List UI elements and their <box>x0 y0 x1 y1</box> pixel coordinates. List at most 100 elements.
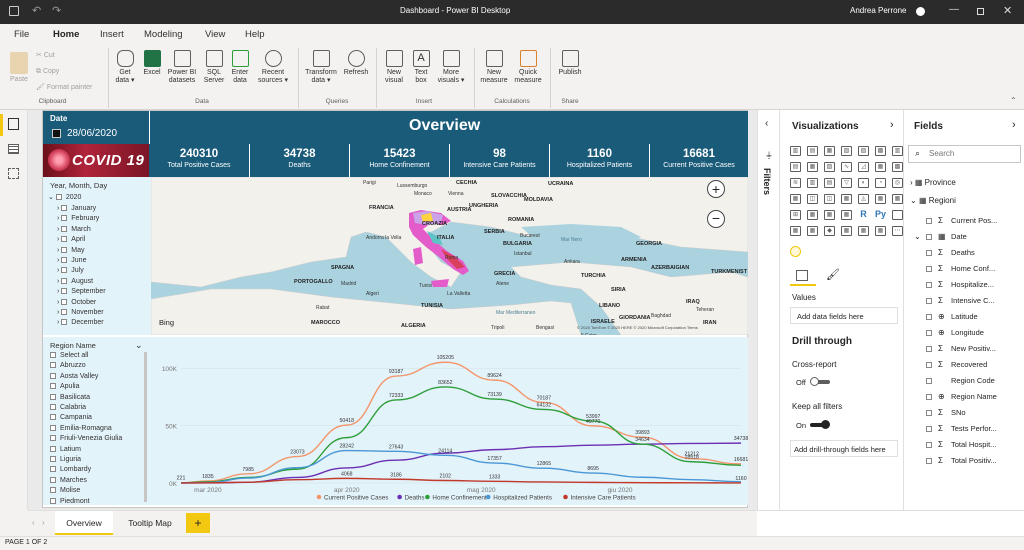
menu-view[interactable]: View <box>205 29 225 40</box>
viz-type-icon[interactable]: ▦ <box>875 162 886 172</box>
field-checkbox[interactable] <box>926 458 932 464</box>
viz-type-icon[interactable]: ▧ <box>841 146 852 156</box>
field-checkbox[interactable] <box>926 298 932 304</box>
undo-icon[interactable]: ↶ <box>32 4 41 17</box>
viz-type-icon[interactable]: ▦ <box>841 194 852 204</box>
tab-scroll-right-icon[interactable]: › <box>42 518 45 527</box>
viz-type-icon[interactable]: ▦ <box>858 226 869 236</box>
field-checkbox[interactable] <box>926 250 932 256</box>
viz-type-icon[interactable]: ▨ <box>858 146 869 156</box>
chevron-down-icon[interactable]: ⌄ <box>914 232 921 241</box>
field-checkbox[interactable] <box>926 234 932 240</box>
tab-tooltip-map[interactable]: Tooltip Map <box>118 511 182 535</box>
viz-type-icon[interactable]: ▤ <box>790 162 801 172</box>
slicer-month-item[interactable]: › March <box>57 225 91 233</box>
viz-type-icon[interactable]: ⊞ <box>790 210 801 220</box>
field-checkbox[interactable] <box>926 410 932 416</box>
slicer-month-item[interactable]: › August <box>57 277 93 285</box>
viz-type-icon[interactable]: ▦ <box>807 162 818 172</box>
viz-type-icon[interactable]: ▦ <box>875 226 886 236</box>
checkbox[interactable] <box>50 435 56 442</box>
checkbox[interactable] <box>55 194 62 200</box>
series-line[interactable] <box>180 386 742 484</box>
slicer-month-item[interactable]: › September <box>57 288 106 295</box>
viz-type-icon[interactable]: ▦ <box>892 194 903 204</box>
redo-icon[interactable]: ↷ <box>52 4 61 17</box>
region-item[interactable]: Calabria <box>50 404 86 411</box>
viz-type-icon[interactable] <box>892 210 903 220</box>
slicer-month-item[interactable]: › January <box>57 205 96 212</box>
checkbox[interactable] <box>50 487 56 494</box>
date-checkbox[interactable] <box>52 129 61 138</box>
viz-type-icon[interactable]: ▦ <box>841 210 852 220</box>
excel-button[interactable]: Excel <box>141 50 163 77</box>
legend-label[interactable]: Hospitalized Patients <box>493 495 552 502</box>
checkbox[interactable] <box>61 246 68 253</box>
viz-type-icon[interactable]: ▩ <box>892 162 903 172</box>
viz-type-icon[interactable]: ▦ <box>875 194 886 204</box>
get-data-button[interactable]: Get data ▾ <box>112 50 138 85</box>
legend-label[interactable]: Intensive Care Patients <box>571 495 636 502</box>
checkbox[interactable] <box>61 225 68 232</box>
field-checkbox[interactable] <box>926 378 932 384</box>
viz-type-icon[interactable]: ▤ <box>807 146 818 156</box>
chevron-down-icon[interactable]: ⌄ <box>135 340 143 351</box>
viz-type-icon[interactable]: ◫ <box>807 194 818 204</box>
chevron-right-icon[interactable]: › <box>890 119 894 131</box>
field-checkbox[interactable] <box>926 314 932 320</box>
table-regioni[interactable]: ⌄ ▦ Regioni <box>910 196 956 205</box>
zoom-in-button[interactable]: + <box>707 180 725 198</box>
viz-type-icon[interactable]: ◫ <box>824 194 835 204</box>
region-item[interactable]: Lombardy <box>50 466 91 473</box>
custom-visual-icon[interactable] <box>790 246 801 257</box>
viz-type-icon[interactable]: Py <box>875 210 886 220</box>
viz-type-icon[interactable]: ▩ <box>875 146 886 156</box>
filters-pane-collapsed[interactable]: ‹ ⏚ Filters <box>757 110 779 510</box>
slicer-year-item[interactable]: ⌄ 2020 <box>48 193 81 201</box>
viz-type-icon[interactable]: ▧ <box>824 162 835 172</box>
viz-type-icon[interactable]: ▥ <box>790 146 801 156</box>
field-checkbox[interactable] <box>926 346 932 352</box>
region-item[interactable]: Liguria <box>50 456 81 463</box>
checkbox[interactable] <box>61 277 68 284</box>
checkbox[interactable] <box>50 414 56 421</box>
viz-type-icon[interactable]: ◐ <box>858 178 869 188</box>
new-measure-button[interactable]: New measure <box>478 50 510 85</box>
recent-sources-button[interactable]: Recent sources ▾ <box>255 50 291 85</box>
format-paint-icon[interactable]: 🖌 <box>826 268 840 281</box>
checkbox[interactable] <box>50 476 56 483</box>
viz-type-icon[interactable]: ◔ <box>875 178 886 188</box>
viz-type-icon[interactable]: ◿ <box>858 162 869 172</box>
viz-type-icon[interactable]: ▦ <box>807 226 818 236</box>
user-avatar[interactable] <box>916 7 925 16</box>
field-checkbox[interactable] <box>926 218 932 224</box>
cut-button[interactable]: ✂ Cut <box>36 52 55 60</box>
checkbox[interactable] <box>61 215 68 222</box>
region-item[interactable]: Campania <box>50 414 92 421</box>
viz-type-icon[interactable]: ∿ <box>841 162 852 172</box>
viz-type-icon[interactable]: ▦ <box>824 210 835 220</box>
restore-icon[interactable] <box>977 8 984 15</box>
checkbox[interactable] <box>61 267 68 274</box>
transform-data-button[interactable]: Transform data ▾ <box>302 50 340 85</box>
data-view-icon[interactable] <box>8 144 19 154</box>
checkbox[interactable] <box>61 298 68 305</box>
paste-button[interactable]: Paste <box>6 52 32 84</box>
viz-type-icon[interactable]: ▦ <box>824 146 835 156</box>
cross-report-toggle[interactable] <box>810 377 830 386</box>
menu-modeling[interactable]: Modeling <box>144 29 183 40</box>
slicer-month-item[interactable]: › February <box>57 215 99 222</box>
menu-insert[interactable]: Insert <box>100 29 124 40</box>
minimize-icon[interactable]: — <box>949 4 959 15</box>
menu-home[interactable]: Home <box>50 29 82 46</box>
slicer-month-item[interactable]: › June <box>57 257 86 264</box>
region-item[interactable]: Piedmont <box>50 497 90 505</box>
checkbox[interactable] <box>50 383 56 390</box>
viz-type-icon[interactable]: R <box>858 210 869 220</box>
save-icon[interactable] <box>9 6 19 16</box>
add-page-button[interactable]: + <box>186 513 210 533</box>
slicer-month-item[interactable]: › October <box>57 298 96 306</box>
checkbox[interactable] <box>50 404 56 410</box>
checkbox[interactable] <box>50 445 56 452</box>
viz-type-icon[interactable]: ◆ <box>824 226 835 236</box>
